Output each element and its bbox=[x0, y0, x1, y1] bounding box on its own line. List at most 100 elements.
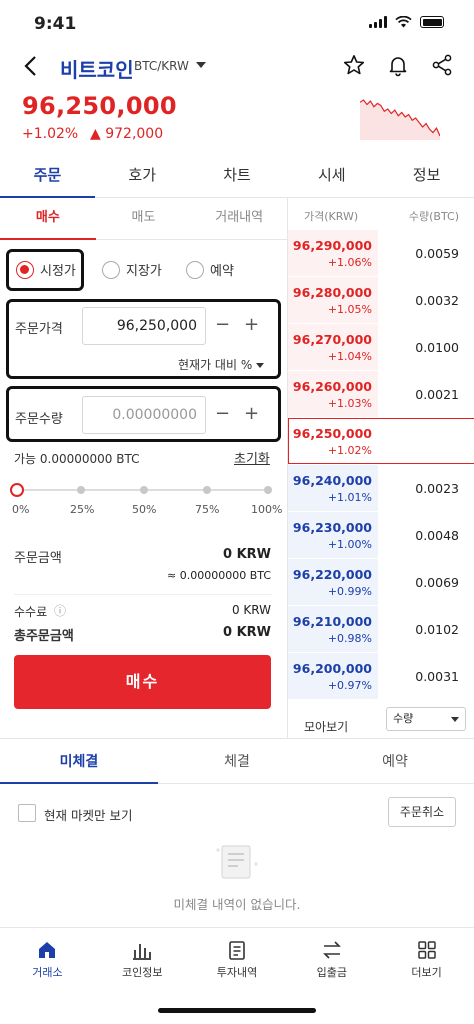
slider-label[interactable]: 0% bbox=[12, 503, 29, 516]
tab-market[interactable]: 시세 bbox=[284, 156, 379, 197]
tab-filled-orders[interactable]: 체결 bbox=[158, 739, 316, 783]
orderbook-qty: 0.0100 bbox=[415, 340, 459, 355]
empty-receipt-icon bbox=[216, 845, 258, 879]
change-amount: ▲ 972,000 bbox=[90, 126, 164, 142]
bottom-nav: 거래소 코인정보 투자내역 입출금 더보기 bbox=[0, 927, 474, 987]
status-bar: 9:41 bbox=[0, 0, 474, 48]
cancel-orders-button[interactable]: 주문취소 bbox=[388, 797, 456, 827]
group-view-select[interactable]: 수량 bbox=[386, 707, 466, 731]
orderbook-price: 96,200,000 bbox=[292, 661, 372, 676]
qty-plus-button[interactable]: + bbox=[237, 396, 266, 434]
orderbook-qty: 0.0021 bbox=[415, 387, 459, 402]
radio-market-order[interactable]: 시정가 bbox=[16, 260, 76, 279]
slider-label[interactable]: 75% bbox=[195, 503, 219, 516]
orderbook-ask-row[interactable]: 96,260,000 +1.03% 0.0021 bbox=[288, 371, 474, 417]
order-price-input[interactable]: 96,250,000 bbox=[82, 307, 206, 345]
radio-reserve-order[interactable]: 예약 bbox=[186, 260, 234, 279]
orderbook-price-cell: 96,280,000 +1.05% bbox=[288, 277, 378, 323]
nav-investments[interactable]: 투자내역 bbox=[190, 928, 285, 987]
slider-tick bbox=[77, 486, 85, 494]
slider-tick bbox=[140, 486, 148, 494]
orderbook-bid-row[interactable]: 96,210,000 +0.98% 0.0102 bbox=[288, 606, 474, 652]
star-icon[interactable] bbox=[342, 53, 366, 77]
current-market-checkbox[interactable] bbox=[18, 804, 36, 822]
orderbook-bid-row[interactable]: 96,220,000 +0.99% 0.0069 bbox=[288, 559, 474, 605]
slider-label[interactable]: 50% bbox=[132, 503, 156, 516]
nav-label: 투자내역 bbox=[216, 966, 258, 979]
orderbook-qty: 0.0102 bbox=[415, 622, 459, 637]
nav-exchange[interactable]: 거래소 bbox=[0, 928, 95, 987]
orderbook-price: 96,290,000 bbox=[292, 238, 372, 253]
share-icon[interactable] bbox=[430, 53, 454, 77]
orderbook-ask-row[interactable]: 96,280,000 +1.05% 0.0032 bbox=[288, 277, 474, 323]
tab-open-orders[interactable]: 미체결 bbox=[0, 739, 158, 784]
tab-reserved-orders[interactable]: 예약 bbox=[316, 739, 474, 783]
total-amount-value: 0 KRW bbox=[223, 625, 271, 640]
orderbook-rate: +0.97% bbox=[327, 679, 372, 692]
available-balance: 가능 0.00000000 BTC bbox=[14, 452, 140, 466]
divider bbox=[14, 594, 272, 595]
back-arrow-icon[interactable] bbox=[18, 52, 46, 80]
slider-label[interactable]: 25% bbox=[70, 503, 94, 516]
tab-chart[interactable]: 차트 bbox=[190, 156, 285, 197]
tab-orderbook[interactable]: 호가 bbox=[95, 156, 190, 197]
orderbook-ask-row[interactable]: 96,250,000 +1.02% bbox=[288, 418, 474, 464]
nav-deposit-withdraw[interactable]: 입출금 bbox=[284, 928, 379, 987]
radio-limit-order[interactable]: 지장가 bbox=[102, 260, 162, 279]
orderbook-price: 96,260,000 bbox=[292, 379, 372, 394]
orderbook-price: 96,220,000 bbox=[292, 567, 372, 582]
orderbook-price-cell: 96,270,000 +1.04% bbox=[288, 324, 378, 370]
status-icons bbox=[369, 16, 444, 28]
slider-knob[interactable] bbox=[10, 483, 24, 497]
bell-icon[interactable] bbox=[386, 53, 410, 77]
order-amount-btc: ≈ 0.00000000 BTC bbox=[167, 569, 271, 582]
slider-tick bbox=[203, 486, 211, 494]
home-indicator bbox=[158, 1008, 316, 1013]
orderbook-price-cell: 96,210,000 +0.98% bbox=[288, 606, 378, 652]
tab-order[interactable]: 주문 bbox=[0, 156, 95, 198]
grid-icon bbox=[417, 941, 436, 959]
coin-name[interactable]: 비트코인 bbox=[60, 54, 134, 83]
pair-dropdown-icon[interactable] bbox=[196, 62, 206, 68]
price-ref-dropdown[interactable]: 현재가 대비 % bbox=[178, 356, 264, 373]
change-rate: +1.02% bbox=[22, 126, 79, 142]
current-market-label[interactable]: 현재 마켓만 보기 bbox=[44, 805, 132, 824]
tab-sell[interactable]: 매도 bbox=[96, 198, 192, 239]
current-price: 96,250,000 bbox=[22, 92, 177, 120]
orderbook-price-cell: 96,220,000 +0.99% bbox=[288, 559, 378, 605]
reset-button[interactable]: 초기화 bbox=[234, 448, 270, 467]
tab-history[interactable]: 거래내역 bbox=[191, 198, 287, 239]
orderbook-header: 가격(KRW) 수량(BTC) bbox=[288, 198, 474, 230]
market-pair[interactable]: BTC/KRW bbox=[134, 59, 189, 73]
orderbook-price: 96,230,000 bbox=[292, 520, 372, 535]
slider-tick bbox=[264, 486, 272, 494]
order-amount-value: 0 KRW bbox=[223, 547, 271, 562]
orderbook-bid-row[interactable]: 96,230,000 +1.00% 0.0048 bbox=[288, 512, 474, 558]
orderbook-ask-row[interactable]: 96,270,000 +1.04% 0.0100 bbox=[288, 324, 474, 370]
radio-icon bbox=[186, 260, 204, 279]
info-icon[interactable]: ⓘ bbox=[54, 602, 66, 619]
orderbook-ask-row[interactable]: 96,290,000 +1.06% 0.0059 bbox=[288, 230, 474, 276]
orders-tabs: 미체결 체결 예약 bbox=[0, 738, 474, 784]
buy-button[interactable]: 매수 bbox=[14, 655, 271, 709]
order-qty-input[interactable]: 0.00000000 bbox=[82, 396, 206, 434]
price-minus-button[interactable]: − bbox=[208, 307, 237, 345]
wifi-icon bbox=[395, 16, 412, 28]
price-plus-button[interactable]: + bbox=[237, 307, 266, 345]
nav-more[interactable]: 더보기 bbox=[379, 928, 474, 987]
slider-label[interactable]: 100% bbox=[251, 503, 282, 516]
orderbook-price-cell: 96,200,000 +0.97% bbox=[288, 653, 378, 699]
price-sparkline bbox=[360, 99, 440, 140]
percent-slider[interactable] bbox=[10, 483, 272, 497]
orderbook-rate: +1.03% bbox=[327, 397, 372, 410]
nav-coin-info[interactable]: 코인정보 bbox=[95, 928, 190, 987]
orderbook-qty-header: 수량(BTC) bbox=[408, 210, 459, 223]
orderbook-rate: +1.04% bbox=[327, 350, 372, 363]
nav-label: 입출금 bbox=[316, 966, 347, 979]
orderbook-bid-row[interactable]: 96,240,000 +1.01% 0.0023 bbox=[288, 465, 474, 511]
tab-buy[interactable]: 매수 bbox=[0, 198, 96, 240]
qty-minus-button[interactable]: − bbox=[208, 396, 237, 434]
radio-label: 시정가 bbox=[40, 264, 76, 279]
orderbook-bid-row[interactable]: 96,200,000 +0.97% 0.0031 bbox=[288, 653, 474, 699]
tab-info[interactable]: 정보 bbox=[379, 156, 474, 197]
